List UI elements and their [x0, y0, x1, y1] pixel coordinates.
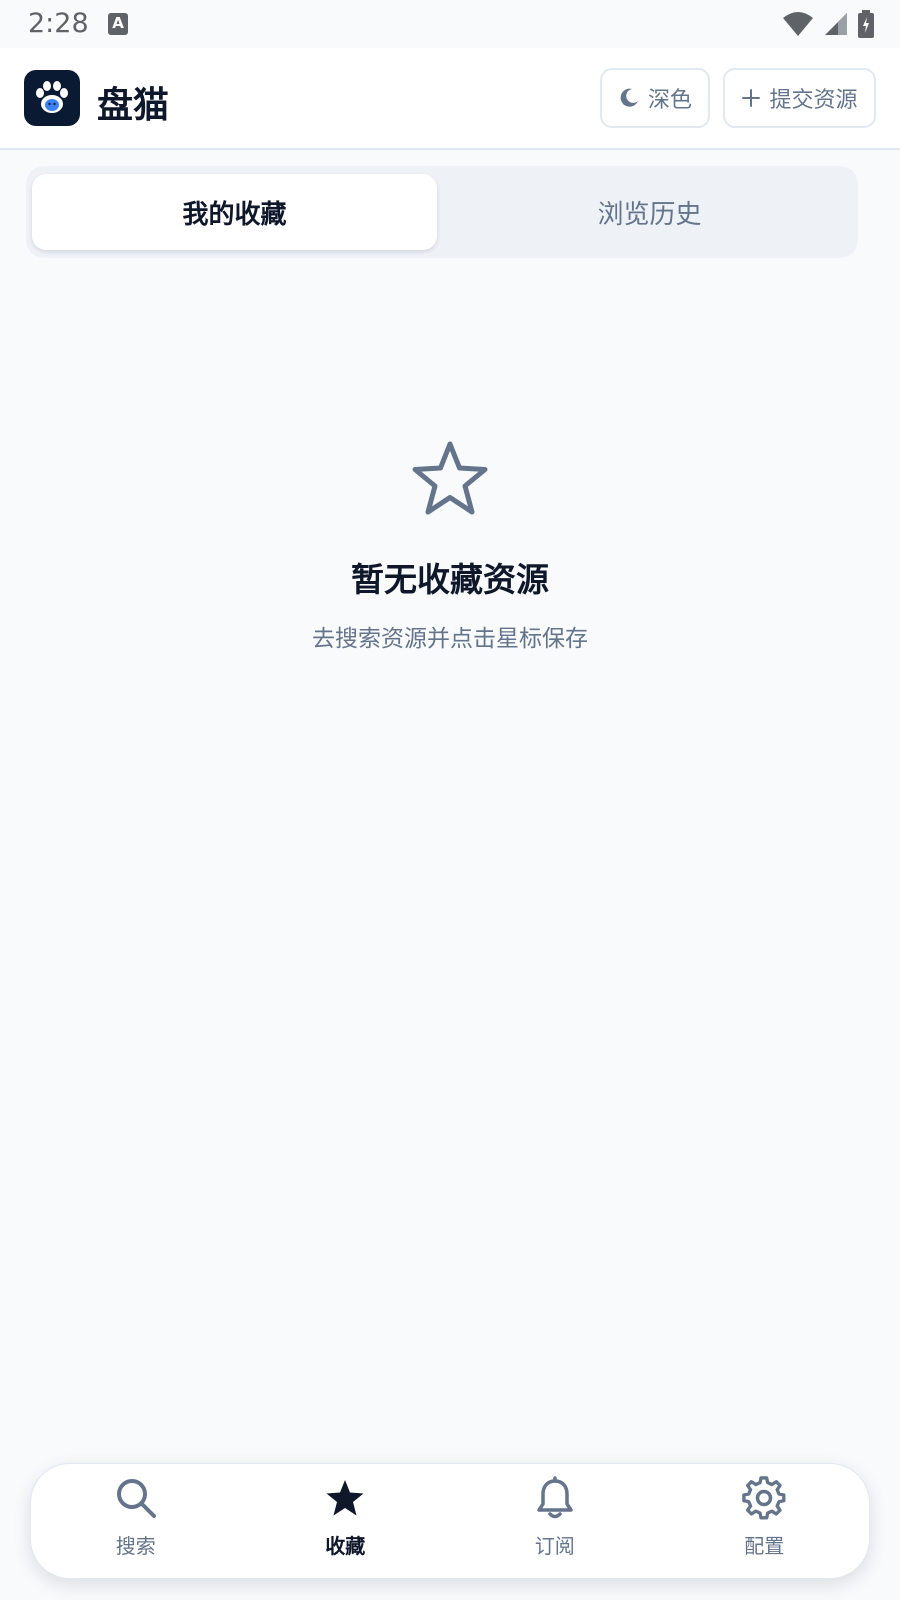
tab-history[interactable]: 浏览历史: [447, 174, 852, 250]
battery-icon: [858, 10, 874, 38]
tab-favorites[interactable]: 我的收藏: [32, 174, 437, 250]
nav-label-favorites: 收藏: [325, 1534, 366, 1558]
status-time: 2:28: [28, 8, 89, 39]
app-logo: [24, 70, 80, 126]
moon-icon: [620, 88, 638, 107]
status-icons: [782, 10, 874, 38]
nav-label-settings: 配置: [744, 1534, 785, 1558]
submit-resource-button[interactable]: 提交资源: [723, 68, 876, 128]
paw-logo-icon: [36, 81, 68, 113]
dark-mode-button[interactable]: 深色: [600, 68, 710, 128]
gear-icon: [742, 1476, 786, 1520]
empty-state-subtitle: 去搜索资源并点击星标保存: [312, 626, 588, 652]
nav-label-subscribe: 订阅: [534, 1534, 575, 1558]
nav-item-favorites[interactable]: 收藏: [241, 1464, 451, 1578]
submit-resource-label: 提交资源: [769, 88, 858, 113]
status-bar: 2:28 A: [0, 0, 900, 48]
app-header: 盘猫 深色 提交资源: [0, 48, 900, 150]
nav-label-search: 搜索: [115, 1534, 156, 1558]
bell-icon: [537, 1476, 573, 1519]
search-icon: [116, 1479, 156, 1518]
star-icon: [326, 1480, 364, 1516]
cell-signal-icon: [825, 13, 847, 35]
keyboard-indicator-icon: A: [108, 13, 128, 35]
nav-item-settings[interactable]: 配置: [660, 1464, 870, 1578]
nav-item-search[interactable]: 搜索: [31, 1464, 241, 1578]
plus-icon: [742, 89, 761, 107]
app-title: 盘猫: [97, 85, 170, 126]
nav-item-subscribe[interactable]: 订阅: [450, 1464, 660, 1578]
dark-mode-label: 深色: [647, 88, 692, 113]
bottom-nav: 搜索 收藏 订阅 配置: [30, 1463, 870, 1579]
wifi-icon: [783, 12, 813, 36]
empty-state-title: 暂无收藏资源: [351, 560, 549, 599]
star-outline-icon: [412, 441, 488, 515]
tab-switcher: 我的收藏 浏览历史: [26, 166, 858, 258]
